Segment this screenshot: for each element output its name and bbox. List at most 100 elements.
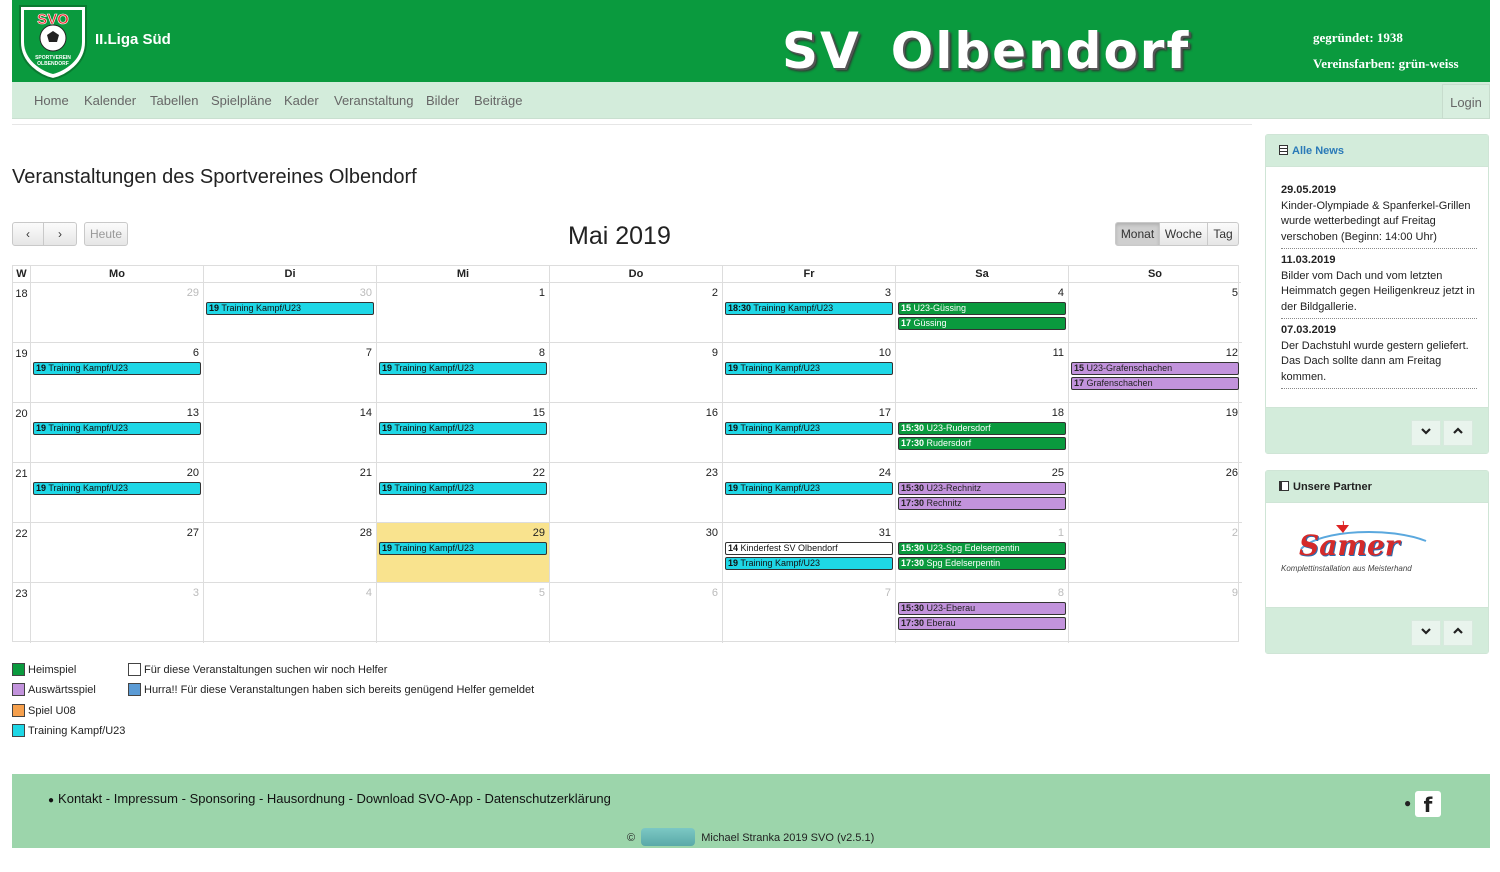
day-number[interactable]: 3 bbox=[193, 587, 199, 599]
day-number[interactable]: 2 bbox=[1232, 527, 1238, 539]
footer-link-hausordnung[interactable]: Hausordnung bbox=[267, 791, 345, 806]
nav-item-home[interactable]: Home bbox=[34, 93, 69, 108]
day-cell[interactable]: 16 bbox=[550, 403, 723, 463]
day-cell[interactable]: 29 bbox=[31, 283, 204, 343]
day-cell[interactable]: 14 bbox=[204, 403, 377, 463]
day-number[interactable]: 12 bbox=[1226, 347, 1238, 359]
calendar-event[interactable]: 19 Training Kampf/U23 bbox=[379, 542, 547, 555]
nav-item-kader[interactable]: Kader bbox=[284, 93, 319, 108]
day-number[interactable]: 13 bbox=[187, 407, 199, 419]
all-news-link[interactable]: Alle News bbox=[1292, 145, 1344, 157]
nav-item-tabellen[interactable]: Tabellen bbox=[150, 93, 198, 108]
calendar-event[interactable]: 17:30 Rudersdorf bbox=[898, 436, 1066, 450]
day-cell[interactable]: 10 19 Training Kampf/U23 bbox=[723, 343, 896, 403]
day-number[interactable]: 19 bbox=[1226, 407, 1238, 419]
calendar-event[interactable]: 19 Training Kampf/U23 bbox=[725, 422, 893, 435]
day-cell[interactable]: 18 15:30 U23-Rudersdorf 17:30 Rudersdorf bbox=[896, 403, 1069, 463]
footer-link-datenschutz[interactable]: Datenschutzerklärung bbox=[484, 791, 610, 806]
calendar-event[interactable]: 14 Kinderfest SV Olbendorf bbox=[725, 542, 893, 555]
calendar-event[interactable]: 19 Training Kampf/U23 bbox=[33, 482, 201, 495]
facebook-icon[interactable]: f bbox=[1415, 791, 1441, 817]
day-cell[interactable]: 4 bbox=[204, 583, 377, 643]
calendar-event[interactable]: 19 Training Kampf/U23 bbox=[33, 362, 201, 375]
day-cell[interactable]: 17 19 Training Kampf/U23 bbox=[723, 403, 896, 463]
day-cell[interactable]: 12 15 U23-Grafenschachen 17 Grafenschachen bbox=[1069, 343, 1242, 403]
day-cell[interactable]: 26 bbox=[1069, 463, 1242, 523]
calendar-event[interactable]: 15:30 U23-Eberau bbox=[898, 602, 1066, 615]
day-cell[interactable]: 1 15:30 U23-Spg Edelserpentin 17:30 Spg Ed… bbox=[896, 523, 1069, 583]
day-cell[interactable]: 5 bbox=[1069, 283, 1242, 343]
day-number[interactable]: 1 bbox=[1058, 527, 1064, 539]
nav-item-veranstaltung[interactable]: Veranstaltung bbox=[334, 93, 414, 108]
day-cell[interactable]: 22 19 Training Kampf/U23 bbox=[377, 463, 550, 523]
day-number[interactable]: 4 bbox=[366, 587, 372, 599]
day-number[interactable]: 22 bbox=[533, 467, 545, 479]
day-cell[interactable]: 7 bbox=[723, 583, 896, 643]
footer-link-impressum[interactable]: Impressum bbox=[114, 791, 178, 806]
day-cell[interactable]: 8 15:30 U23-Eberau 17:30 Eberau bbox=[896, 583, 1069, 643]
calendar-event[interactable]: 19 Training Kampf/U23 bbox=[725, 556, 893, 570]
day-cell[interactable]: 20 19 Training Kampf/U23 bbox=[31, 463, 204, 523]
day-number[interactable]: 3 bbox=[885, 287, 891, 299]
day-cell[interactable]: 6 19 Training Kampf/U23 bbox=[31, 343, 204, 403]
calendar-event[interactable]: 15 U23-Grafenschachen bbox=[1071, 362, 1239, 375]
day-cell[interactable]: 5 bbox=[377, 583, 550, 643]
day-cell[interactable]: 23 bbox=[550, 463, 723, 523]
news-item[interactable]: 11.03.2019 Bilder vom Dach und vom letzt… bbox=[1281, 253, 1477, 319]
day-number[interactable]: 8 bbox=[539, 347, 545, 359]
calendar-event[interactable]: 17:30 Spg Edelserpentin bbox=[898, 556, 1066, 570]
calendar-event[interactable]: 15:30 U23-Rudersdorf bbox=[898, 422, 1066, 435]
calendar-event[interactable]: 19 Training Kampf/U23 bbox=[33, 422, 201, 435]
day-number[interactable]: 23 bbox=[706, 467, 718, 479]
developer-logo[interactable] bbox=[641, 828, 696, 846]
day-number[interactable]: 30 bbox=[360, 287, 372, 299]
news-item[interactable]: 07.03.2019 Der Dachstuhl wurde gestern g… bbox=[1281, 323, 1477, 389]
footer-link-kontakt[interactable]: Kontakt bbox=[58, 791, 102, 806]
calendar-event[interactable]: 17:30 Rechnitz bbox=[898, 496, 1066, 510]
day-view-button[interactable]: Tag bbox=[1208, 222, 1239, 246]
today-button[interactable]: Heute bbox=[84, 222, 128, 246]
day-number[interactable]: 18 bbox=[1052, 407, 1064, 419]
day-number[interactable]: 26 bbox=[1226, 467, 1238, 479]
day-cell[interactable]: 7 bbox=[204, 343, 377, 403]
day-number[interactable]: 21 bbox=[360, 467, 372, 479]
day-number[interactable]: 30 bbox=[706, 527, 718, 539]
prev-month-button[interactable]: ‹ bbox=[12, 222, 44, 246]
calendar-event[interactable]: 17:30 Eberau bbox=[898, 616, 1066, 630]
calendar-event[interactable]: 19 Training Kampf/U23 bbox=[379, 422, 547, 435]
calendar-event[interactable]: 15:30 U23-Spg Edelserpentin bbox=[898, 542, 1066, 555]
calendar-event[interactable]: 17 Grafenschachen bbox=[1071, 376, 1239, 390]
nav-item-beitraege[interactable]: Beiträge bbox=[474, 93, 522, 108]
day-cell[interactable]: 29 19 Training Kampf/U23 bbox=[377, 523, 550, 583]
day-number[interactable]: 6 bbox=[712, 587, 718, 599]
week-view-button[interactable]: Woche bbox=[1160, 222, 1208, 246]
calendar-event[interactable]: 19 Training Kampf/U23 bbox=[725, 482, 893, 495]
day-number[interactable]: 8 bbox=[1058, 587, 1064, 599]
calendar-event[interactable]: 18:30 Training Kampf/U23 bbox=[725, 302, 893, 315]
nav-item-bilder[interactable]: Bilder bbox=[426, 93, 459, 108]
day-number[interactable]: 27 bbox=[187, 527, 199, 539]
day-number[interactable]: 7 bbox=[366, 347, 372, 359]
chevron-down-icon[interactable] bbox=[1411, 420, 1441, 446]
day-cell[interactable]: 6 bbox=[550, 583, 723, 643]
day-cell[interactable]: 9 bbox=[550, 343, 723, 403]
month-view-button[interactable]: Monat bbox=[1115, 222, 1160, 246]
nav-item-kalender[interactable]: Kalender bbox=[84, 93, 136, 108]
day-cell[interactable]: 3 18:30 Training Kampf/U23 bbox=[723, 283, 896, 343]
login-button[interactable]: Login bbox=[1442, 84, 1490, 119]
day-cell[interactable]: 4 15 U23-Güssing 17 Güssing bbox=[896, 283, 1069, 343]
day-number[interactable]: 5 bbox=[1232, 287, 1238, 299]
calendar-event[interactable]: 19 Training Kampf/U23 bbox=[379, 362, 547, 375]
day-number[interactable]: 15 bbox=[533, 407, 545, 419]
day-cell[interactable]: 1 bbox=[377, 283, 550, 343]
day-number[interactable]: 29 bbox=[187, 287, 199, 299]
day-number[interactable]: 4 bbox=[1058, 287, 1064, 299]
day-number[interactable]: 6 bbox=[193, 347, 199, 359]
footer-link-sponsoring[interactable]: Sponsoring bbox=[190, 791, 256, 806]
day-number[interactable]: 28 bbox=[360, 527, 372, 539]
day-cell[interactable]: 19 bbox=[1069, 403, 1242, 463]
day-cell[interactable]: 28 bbox=[204, 523, 377, 583]
day-number[interactable]: 20 bbox=[187, 467, 199, 479]
day-number[interactable]: 9 bbox=[1232, 587, 1238, 599]
day-cell[interactable]: 30 19 Training Kampf/U23 bbox=[204, 283, 377, 343]
